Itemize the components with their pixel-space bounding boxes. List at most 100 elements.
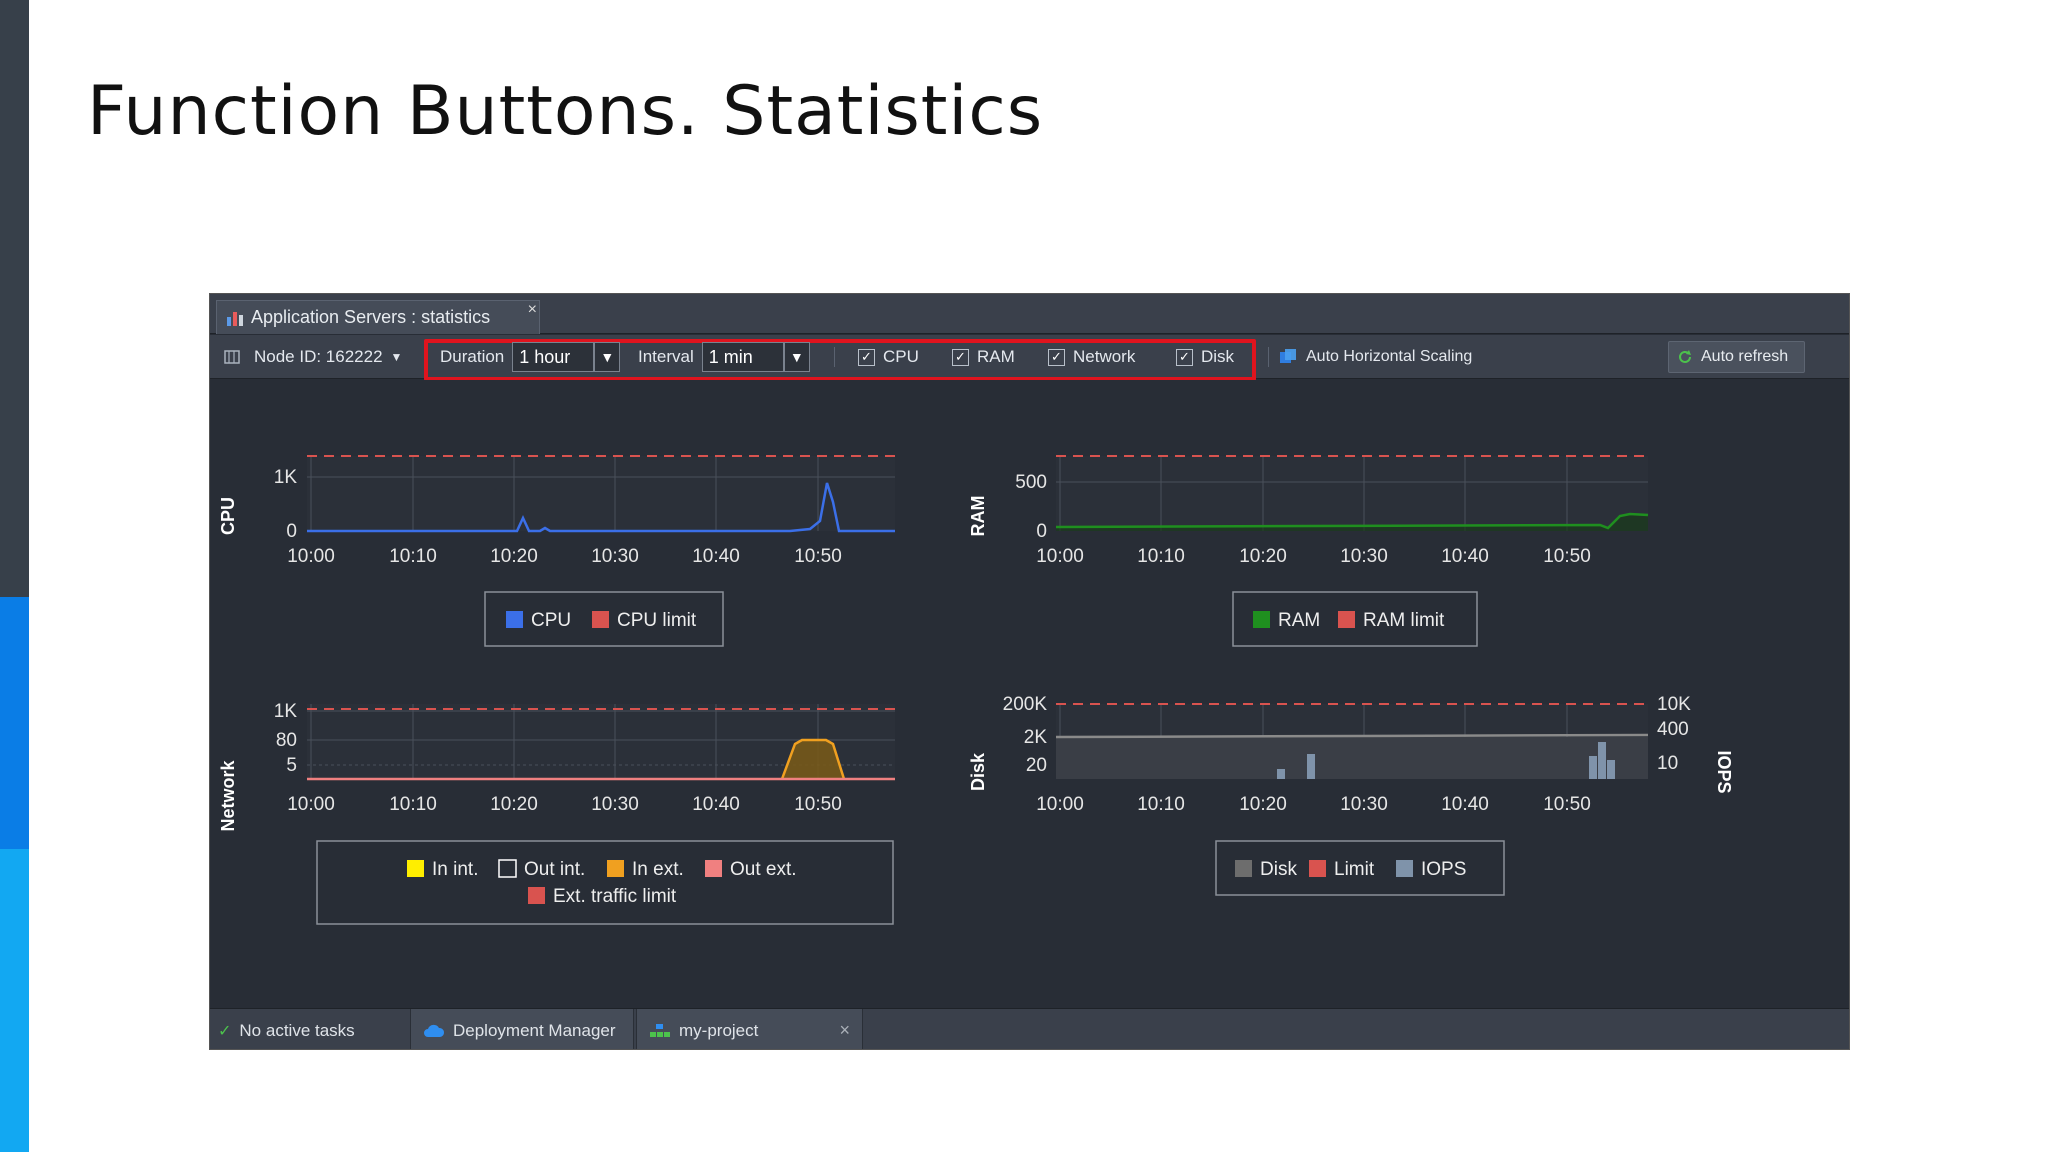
environment-icon bbox=[650, 1023, 670, 1037]
checkbox-ram[interactable]: ✓ RAM bbox=[952, 335, 1015, 379]
project-tab-label: my-project bbox=[679, 1020, 759, 1040]
x-tick-label: 10:10 bbox=[1137, 794, 1185, 815]
y-tick-label: 1K bbox=[274, 467, 298, 488]
legend-swatch bbox=[498, 859, 517, 878]
iops-bar bbox=[1589, 756, 1597, 779]
charts-svg: CPU 1K 0 10:00 10:10 10:20 10:30 10:40 1… bbox=[218, 455, 1734, 925]
y-tick-label: 0 bbox=[1036, 521, 1047, 542]
x-tick-label: 10:20 bbox=[490, 546, 538, 567]
node-selector[interactable]: Node ID: 162222 ▼ bbox=[224, 335, 402, 379]
y2-tick-label: 400 bbox=[1657, 719, 1689, 740]
checkbox-cpu[interactable]: ✓ CPU bbox=[858, 335, 919, 379]
deployment-manager-label: Deployment Manager bbox=[453, 1020, 616, 1040]
x-tick-label: 10:10 bbox=[389, 546, 437, 567]
y-tick-label: 500 bbox=[1015, 472, 1047, 493]
disk-chart: Disk IOPS 200K 2K 20 10K 400 10 10:00 10… bbox=[968, 694, 1734, 896]
iops-bar bbox=[1277, 769, 1285, 779]
slide-accent-bar-lightblue bbox=[0, 849, 29, 1152]
axis-label-ram: RAM bbox=[968, 496, 988, 537]
close-icon[interactable]: × bbox=[528, 301, 537, 319]
refresh-icon bbox=[1679, 350, 1691, 363]
legend-swatch bbox=[1396, 860, 1413, 877]
x-tick-label: 10:50 bbox=[1543, 546, 1591, 567]
checkbox-network[interactable]: ✓ Network bbox=[1048, 335, 1135, 379]
legend-swatch bbox=[607, 860, 624, 877]
close-icon[interactable]: × bbox=[839, 1020, 850, 1041]
x-tick-label: 10:30 bbox=[1340, 794, 1388, 815]
legend-swatch bbox=[407, 860, 424, 877]
x-tick-label: 10:30 bbox=[591, 546, 639, 567]
checkbox-disk[interactable]: ✓ Disk bbox=[1176, 335, 1234, 379]
auto-refresh-label: Auto refresh bbox=[1701, 348, 1789, 365]
x-tick-labels: 10:00 10:10 10:20 10:30 10:40 10:50 bbox=[1036, 546, 1591, 567]
cloud-icon bbox=[424, 1024, 445, 1037]
duration-dropdown-button[interactable]: ▼ bbox=[594, 342, 621, 372]
disk-series-area bbox=[1056, 737, 1648, 779]
tab-bar: Application Servers : statistics × bbox=[210, 294, 1849, 334]
x-tick-label: 10:00 bbox=[1036, 794, 1084, 815]
legend-label: RAM bbox=[1278, 610, 1320, 631]
chevron-down-icon: ▼ bbox=[390, 350, 403, 364]
slide-accent-bar-blue bbox=[0, 597, 29, 849]
y-tick-label: 20 bbox=[1026, 755, 1047, 776]
legend-swatch bbox=[1253, 611, 1270, 628]
x-tick-labels: 10:00 10:10 10:20 10:30 10:40 10:50 bbox=[287, 546, 842, 567]
project-tab[interactable]: my-project × bbox=[636, 1009, 863, 1049]
axis-label-iops: IOPS bbox=[1714, 750, 1734, 793]
x-tick-label: 10:20 bbox=[1239, 546, 1287, 567]
cpu-chart: CPU 1K 0 10:00 10:10 10:20 10:30 10:40 1… bbox=[218, 455, 895, 647]
x-tick-label: 10:20 bbox=[490, 794, 538, 815]
bar-chart-icon bbox=[227, 311, 243, 326]
status-bar: ✓ No active tasks Deployment Manager my-… bbox=[210, 1008, 1849, 1049]
x-tick-label: 10:40 bbox=[692, 794, 740, 815]
auto-refresh-button[interactable]: Auto refresh bbox=[1668, 341, 1805, 373]
y-tick-label: 1K bbox=[274, 701, 298, 722]
legend-label: Ext. traffic limit bbox=[553, 886, 677, 907]
tab-statistics[interactable]: Application Servers : statistics × bbox=[216, 300, 540, 334]
iops-bar bbox=[1598, 742, 1606, 779]
legend-label: RAM limit bbox=[1363, 610, 1445, 631]
y2-tick-label: 10 bbox=[1657, 753, 1678, 774]
scaling-icon bbox=[1280, 349, 1296, 363]
chevron-down-icon: ▼ bbox=[600, 349, 615, 365]
x-tick-label: 10:40 bbox=[692, 546, 740, 567]
interval-select[interactable]: 1 min bbox=[701, 342, 784, 372]
tasks-status[interactable]: ✓ No active tasks bbox=[218, 1009, 355, 1049]
statistics-window: Application Servers : statistics × Node … bbox=[209, 293, 1850, 1050]
x-tick-labels: 10:00 10:10 10:20 10:30 10:40 10:50 bbox=[287, 794, 842, 815]
legend-label: Limit bbox=[1334, 859, 1375, 880]
duration-control: Duration 1 hour ▼ bbox=[440, 335, 621, 379]
ram-chart: RAM 500 0 10:00 10:10 10:20 10:30 10:40 … bbox=[968, 455, 1649, 647]
charts-panel: CPU 1K 0 10:00 10:10 10:20 10:30 10:40 1… bbox=[210, 380, 1849, 1008]
legend-swatch bbox=[1338, 611, 1355, 628]
legend-label: Out int. bbox=[524, 859, 585, 880]
duration-select[interactable]: 1 hour bbox=[512, 342, 595, 372]
checkbox-checked-icon: ✓ bbox=[858, 348, 875, 366]
legend-label: Out ext. bbox=[730, 859, 797, 880]
legend-label: CPU limit bbox=[617, 610, 697, 631]
iops-bar bbox=[1307, 754, 1315, 779]
legend-label: In int. bbox=[432, 859, 478, 880]
legend-label: Disk bbox=[1260, 859, 1297, 880]
tasks-status-label: No active tasks bbox=[239, 1020, 355, 1040]
x-tick-label: 10:10 bbox=[1137, 546, 1185, 567]
checkbox-label: Network bbox=[1073, 347, 1136, 366]
x-tick-label: 10:00 bbox=[1036, 546, 1084, 567]
x-tick-label: 10:40 bbox=[1441, 546, 1489, 567]
legend-swatch bbox=[1235, 860, 1252, 877]
slide-title: Function Buttons. Statistics bbox=[87, 72, 1044, 151]
x-tick-label: 10:20 bbox=[1239, 794, 1287, 815]
legend-swatch bbox=[705, 860, 722, 877]
deployment-manager-tab[interactable]: Deployment Manager bbox=[410, 1009, 634, 1049]
auto-horizontal-scaling-button[interactable]: Auto Horizontal Scaling bbox=[1278, 335, 1472, 379]
iops-bar bbox=[1607, 760, 1615, 779]
checkbox-label: Disk bbox=[1201, 347, 1235, 366]
chevron-down-icon: ▼ bbox=[789, 349, 804, 365]
check-icon: ✓ bbox=[218, 1022, 232, 1040]
checkbox-checked-icon: ✓ bbox=[1048, 348, 1065, 366]
checkbox-checked-icon: ✓ bbox=[1176, 348, 1193, 366]
interval-dropdown-button[interactable]: ▼ bbox=[783, 342, 810, 372]
x-tick-label: 10:40 bbox=[1441, 794, 1489, 815]
axis-label-network: Network bbox=[218, 760, 238, 832]
y2-tick-label: 10K bbox=[1657, 694, 1691, 715]
